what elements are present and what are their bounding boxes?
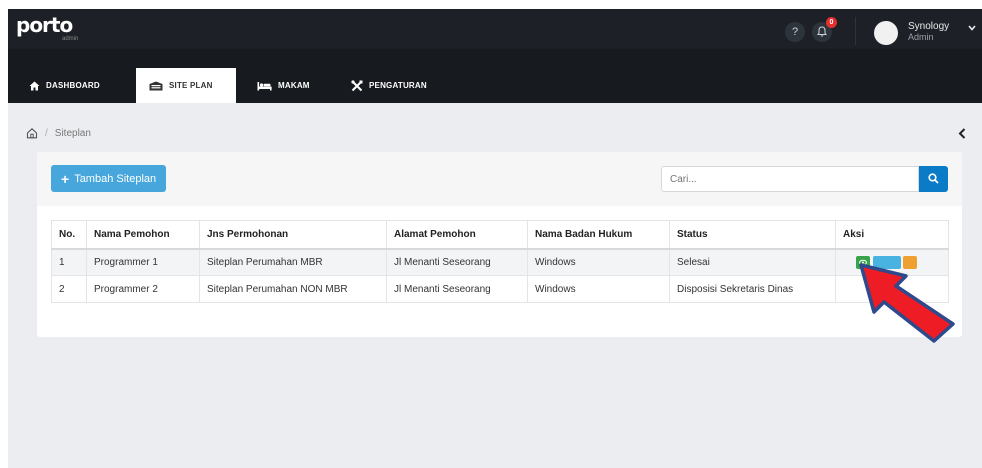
main-content: / Siteplan + Tambah Siteplan Cari... No.… bbox=[8, 103, 982, 468]
table-row: 1 Programmer 1 Siteplan Perumahan MBR Jl… bbox=[51, 248, 949, 276]
main-nav: DASHBOARD SITE PLAN MAKAM PENGATURAN bbox=[8, 49, 982, 103]
tab-pengaturan-label: PENGATURAN bbox=[369, 81, 427, 90]
tab-makam-label: MAKAM bbox=[278, 81, 310, 90]
add-siteplan-button[interactable]: + Tambah Siteplan bbox=[51, 165, 167, 192]
help-button[interactable]: ? bbox=[785, 22, 805, 42]
annotation-arrow bbox=[859, 263, 955, 343]
logo-subtitle: admin bbox=[62, 36, 79, 42]
home-icon bbox=[29, 81, 40, 90]
siteplan-panel: + Tambah Siteplan No. Nama Pemohon bbox=[37, 152, 962, 337]
tab-pengaturan[interactable]: PENGATURAN bbox=[338, 68, 440, 103]
col-nama-badan-hukum: Nama Badan Hukum bbox=[527, 220, 670, 250]
home-outline-icon[interactable] bbox=[26, 127, 38, 139]
table-row: 2 Programmer 2 Siteplan Perumahan NON MB… bbox=[51, 275, 949, 303]
cell-jns-permohonan: Siteplan Perumahan NON MBR bbox=[199, 275, 387, 303]
breadcrumb: / Siteplan bbox=[26, 127, 91, 139]
tab-dashboard-label: DASHBOARD bbox=[46, 81, 100, 90]
cell-no: 1 bbox=[51, 248, 87, 276]
cell-jns-permohonan: Siteplan Perumahan MBR bbox=[199, 248, 387, 276]
chevron-down-icon[interactable] bbox=[968, 25, 976, 31]
cell-alamat-pemohon: Jl Menanti Seseorang bbox=[386, 275, 528, 303]
panel-toolbar: + Tambah Siteplan bbox=[37, 152, 962, 206]
cell-nama-badan-hukum: Windows bbox=[527, 248, 670, 276]
search-button[interactable] bbox=[919, 166, 948, 192]
user-role: Admin bbox=[908, 32, 934, 42]
cell-nama-pemohon: Programmer 2 bbox=[86, 275, 200, 303]
cell-no: 2 bbox=[51, 275, 87, 303]
notification-badge: 0 bbox=[826, 17, 837, 28]
siteplan-table: No. Nama Pemohon Jns Permohonan Alamat P… bbox=[51, 220, 949, 303]
bell-icon bbox=[817, 26, 827, 37]
col-nama-pemohon: Nama Pemohon bbox=[86, 220, 200, 250]
top-header: porto admin ? 0 Synology Admin bbox=[8, 9, 982, 49]
cell-nama-pemohon: Programmer 1 bbox=[86, 248, 200, 276]
logo[interactable]: porto admin bbox=[16, 13, 78, 42]
search-icon bbox=[928, 173, 939, 184]
tab-site-plan-label: SITE PLAN bbox=[169, 81, 213, 90]
col-jns-permohonan: Jns Permohonan bbox=[199, 220, 387, 250]
logo-text: porto bbox=[16, 13, 73, 37]
user-name[interactable]: Synology bbox=[908, 21, 949, 32]
add-siteplan-label: Tambah Siteplan bbox=[74, 172, 157, 185]
plus-icon: + bbox=[61, 170, 70, 187]
col-aksi: Aksi bbox=[835, 220, 949, 250]
tab-site-plan[interactable]: SITE PLAN bbox=[136, 68, 236, 103]
avatar[interactable] bbox=[874, 21, 898, 45]
search-input[interactable] bbox=[661, 166, 919, 192]
col-no: No. bbox=[51, 220, 87, 250]
cell-status: Disposisi Sekretaris Dinas bbox=[669, 275, 836, 303]
cell-alamat-pemohon: Jl Menanti Seseorang bbox=[386, 248, 528, 276]
table-header-row: No. Nama Pemohon Jns Permohonan Alamat P… bbox=[51, 220, 949, 250]
app-frame: porto admin ? 0 Synology Admin DASHBOARD bbox=[8, 9, 982, 468]
tab-dashboard[interactable]: DASHBOARD bbox=[16, 68, 113, 103]
bed-icon bbox=[257, 81, 272, 90]
breadcrumb-current: Siteplan bbox=[54, 127, 91, 139]
cell-status: Selesai bbox=[669, 248, 836, 276]
col-alamat-pemohon: Alamat Pemohon bbox=[386, 220, 528, 250]
breadcrumb-separator: / bbox=[45, 127, 48, 139]
header-divider bbox=[855, 17, 856, 45]
cell-nama-badan-hukum: Windows bbox=[527, 275, 670, 303]
chevron-left-icon[interactable] bbox=[958, 128, 966, 139]
col-status: Status bbox=[669, 220, 836, 250]
building-icon bbox=[149, 81, 163, 90]
tab-makam[interactable]: MAKAM bbox=[244, 68, 323, 103]
tools-icon bbox=[351, 79, 363, 91]
